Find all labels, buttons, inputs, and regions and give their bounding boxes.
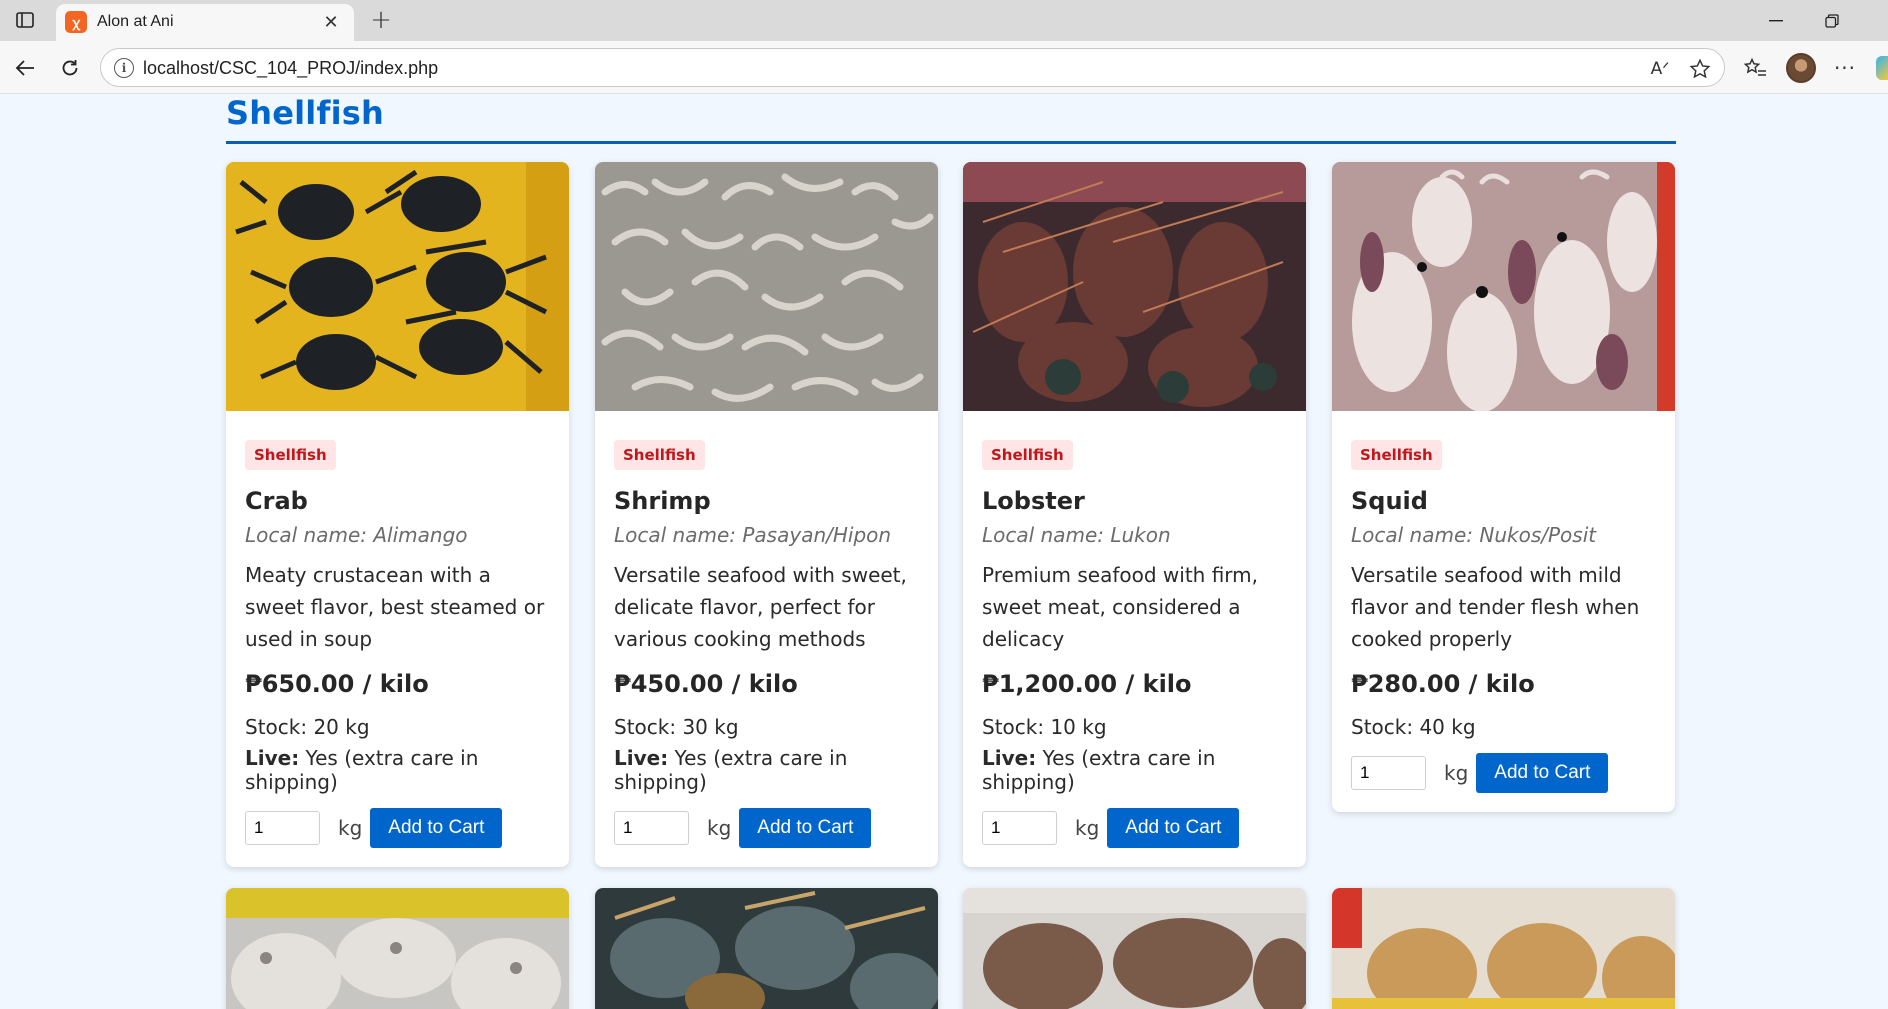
add-to-cart-button[interactable]: Add to Cart bbox=[739, 808, 872, 848]
product-card-squid: Shellfish Squid Local name: Nukos/Posit … bbox=[1332, 162, 1675, 812]
xampp-favicon-icon: ꭓ bbox=[65, 11, 87, 33]
product-live: Live: Yes (extra care in shipping) bbox=[982, 746, 1287, 794]
tab-close-icon[interactable]: ✕ bbox=[320, 11, 342, 33]
live-label: Live: bbox=[982, 746, 1037, 770]
back-arrow-icon[interactable] bbox=[10, 53, 40, 83]
unit-label: kg bbox=[1075, 816, 1100, 840]
product-description: Meaty crustacean with a sweet flavor, be… bbox=[245, 563, 545, 651]
product-price: ₱450.00 / kilo bbox=[614, 670, 798, 698]
copilot-icon[interactable] bbox=[1876, 56, 1888, 80]
tab-strip: ꭓ Alon at Ani ✕ + bbox=[0, 0, 1888, 41]
product-card-crab: Shellfish Crab Local name: Alimango Meat… bbox=[226, 162, 569, 867]
address-bar-row: i localhost/CSC_104_PROJ/index.php Aᐟ ··… bbox=[0, 41, 1888, 94]
product-card-shrimp: Shellfish Shrimp Local name: Pasayan/Hip… bbox=[595, 162, 938, 867]
quantity-input[interactable] bbox=[245, 811, 320, 845]
new-tab-icon[interactable]: + bbox=[366, 5, 396, 35]
add-to-cart-button[interactable]: Add to Cart bbox=[370, 808, 503, 848]
section-divider bbox=[226, 141, 1676, 144]
product-stock: Stock: 10 kg bbox=[982, 715, 1107, 739]
url-text[interactable]: localhost/CSC_104_PROJ/index.php bbox=[143, 58, 438, 79]
product-stock: Stock: 30 kg bbox=[614, 715, 739, 739]
squid-image bbox=[1332, 162, 1675, 411]
product-card-octopus-partial bbox=[226, 888, 569, 1009]
profile-avatar[interactable] bbox=[1786, 53, 1816, 83]
category-badge: Shellfish bbox=[982, 440, 1073, 470]
product-local-name: Local name: Nukos/Posit bbox=[1351, 523, 1597, 547]
restore-icon[interactable] bbox=[1814, 6, 1850, 36]
unit-label: kg bbox=[707, 816, 732, 840]
favorites-list-icon[interactable] bbox=[1740, 53, 1770, 83]
read-aloud-icon[interactable]: Aᐟ bbox=[1646, 55, 1674, 83]
category-badge: Shellfish bbox=[1351, 440, 1442, 470]
bagged-seafood-image bbox=[963, 888, 1306, 1009]
site-info-icon[interactable]: i bbox=[114, 58, 134, 78]
live-label: Live: bbox=[245, 746, 300, 770]
category-badge: Shellfish bbox=[614, 440, 705, 470]
category-badge: Shellfish bbox=[245, 440, 336, 470]
browser-tab[interactable]: ꭓ Alon at Ani ✕ bbox=[56, 4, 354, 41]
shrimp-image bbox=[595, 162, 938, 411]
product-card-bagged-shellfish-partial bbox=[1332, 888, 1675, 1009]
product-live: Live: Yes (extra care in shipping) bbox=[614, 746, 919, 794]
product-name: Lobster bbox=[982, 487, 1085, 515]
cart-row: kg Add to Cart bbox=[245, 808, 550, 848]
quantity-input[interactable] bbox=[614, 811, 689, 845]
cart-row: kg Add to Cart bbox=[982, 808, 1287, 848]
unit-label: kg bbox=[338, 816, 363, 840]
live-label: Live: bbox=[614, 746, 669, 770]
product-price: ₱1,200.00 / kilo bbox=[982, 670, 1192, 698]
quantity-input[interactable] bbox=[982, 811, 1057, 845]
product-name: Crab bbox=[245, 487, 308, 515]
refresh-icon[interactable] bbox=[55, 53, 85, 83]
product-local-name: Local name: Alimango bbox=[245, 523, 468, 547]
cart-row: kg Add to Cart bbox=[1351, 753, 1656, 793]
tab-title: Alon at Ani bbox=[97, 13, 174, 30]
address-bar[interactable]: i localhost/CSC_104_PROJ/index.php Aᐟ bbox=[100, 48, 1725, 87]
section-title: Shellfish bbox=[226, 94, 384, 132]
product-description: Versatile seafood with sweet, delicate f… bbox=[614, 563, 907, 651]
product-card-bagged-seafood-partial bbox=[963, 888, 1306, 1009]
sidebar-toggle-icon[interactable] bbox=[14, 10, 36, 30]
page-viewport: Shellfish Shellfish Crab Local name: Ali… bbox=[5, 94, 1888, 1009]
product-card-blue-crab-partial bbox=[595, 888, 938, 1009]
product-price: ₱650.00 / kilo bbox=[245, 670, 429, 698]
octopus-image bbox=[226, 888, 569, 1009]
bagged-shellfish-image bbox=[1332, 888, 1675, 1009]
crab-image bbox=[226, 162, 569, 411]
product-card-lobster: Shellfish Lobster Local name: Lukon Prem… bbox=[963, 162, 1306, 867]
product-price: ₱280.00 / kilo bbox=[1351, 670, 1535, 698]
unit-label: kg bbox=[1444, 761, 1469, 785]
minimize-icon[interactable] bbox=[1758, 6, 1794, 36]
product-description: Versatile seafood with mild flavor and t… bbox=[1351, 563, 1640, 651]
add-to-cart-button[interactable]: Add to Cart bbox=[1107, 808, 1240, 848]
cart-row: kg Add to Cart bbox=[614, 808, 919, 848]
product-stock: Stock: 20 kg bbox=[245, 715, 370, 739]
quantity-input[interactable] bbox=[1351, 756, 1426, 790]
product-stock: Stock: 40 kg bbox=[1351, 715, 1476, 739]
product-local-name: Local name: Pasayan/Hipon bbox=[614, 523, 892, 547]
product-name: Squid bbox=[1351, 487, 1428, 515]
add-to-cart-button[interactable]: Add to Cart bbox=[1476, 753, 1609, 793]
lobster-image bbox=[963, 162, 1306, 411]
product-description: Premium seafood with firm, sweet meat, c… bbox=[982, 563, 1258, 651]
more-options-icon[interactable]: ··· bbox=[1830, 53, 1860, 83]
product-local-name: Local name: Lukon bbox=[982, 523, 1171, 547]
favorite-star-icon[interactable] bbox=[1686, 55, 1714, 83]
blue-crab-image bbox=[595, 888, 938, 1009]
product-live: Live: Yes (extra care in shipping) bbox=[245, 746, 550, 794]
product-name: Shrimp bbox=[614, 487, 711, 515]
